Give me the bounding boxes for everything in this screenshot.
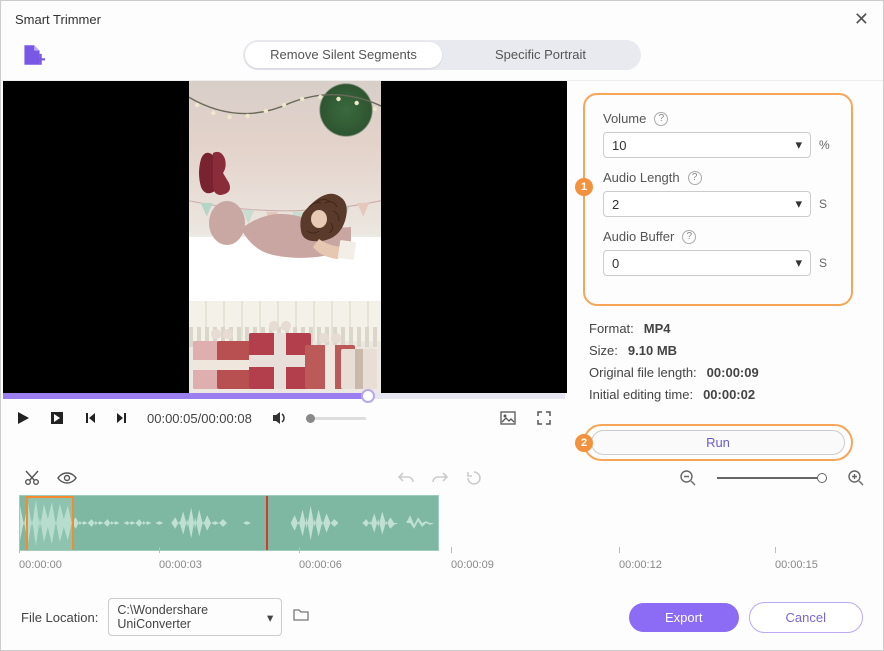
size-value: 9.10 MB [628, 340, 677, 362]
size-label: Size: [589, 340, 618, 362]
audio-length-unit: S [819, 197, 833, 211]
tick-label: 00:00:03 [159, 559, 202, 571]
app-logo-icon [19, 42, 45, 68]
tick-label: 00:00:15 [775, 559, 818, 571]
chevron-down-icon: ▾ [795, 137, 802, 153]
volume-icon[interactable] [270, 409, 288, 427]
chevron-down-icon: ▾ [795, 255, 802, 271]
chevron-down-icon: ▾ [795, 196, 802, 212]
orig-len-value: 00:00:09 [707, 362, 759, 384]
tick-label: 00:00:00 [19, 559, 62, 571]
edit-time-value: 00:00:02 [703, 384, 755, 406]
format-label: Format: [589, 318, 634, 340]
volume-dropdown[interactable]: 10▾ [603, 132, 811, 158]
edit-time-label: Initial editing time: [589, 384, 693, 406]
fullscreen-icon[interactable] [535, 409, 553, 427]
step-badge-1: 1 [575, 178, 593, 196]
timeline[interactable]: 00:00:00 00:00:03 00:00:06 00:00:09 00:0… [1, 495, 883, 579]
cut-icon[interactable] [23, 469, 41, 487]
play-button[interactable] [15, 410, 31, 426]
snapshot-icon[interactable] [499, 409, 517, 427]
cancel-button[interactable]: Cancel [749, 602, 863, 633]
volume-slider[interactable] [306, 417, 366, 420]
tick-label: 00:00:06 [299, 559, 342, 571]
time-display: 00:00:05/00:00:08 [147, 411, 252, 426]
video-panel: 00:00:05/00:00:08 [1, 81, 567, 461]
audio-length-dropdown[interactable]: 2▾ [603, 191, 811, 217]
help-icon[interactable]: ? [688, 171, 702, 185]
settings-panel: 1 Volume? 10▾ % Audio Length? 2▾ S Audio… [567, 81, 883, 461]
volume-label: Volume [603, 111, 646, 126]
reset-icon[interactable] [465, 469, 483, 487]
audio-buffer-label: Audio Buffer [603, 229, 674, 244]
open-folder-icon[interactable] [292, 607, 310, 628]
help-icon[interactable]: ? [682, 230, 696, 244]
next-button[interactable] [115, 411, 129, 425]
file-location-label: File Location: [21, 610, 98, 625]
volume-unit: % [819, 138, 833, 152]
window-title: Smart Trimmer [15, 12, 101, 27]
timeline-selection[interactable] [26, 496, 74, 551]
file-location-dropdown[interactable]: C:\Wondershare UniConverter▾ [108, 598, 282, 636]
undo-icon[interactable] [397, 469, 415, 487]
audio-buffer-unit: S [819, 256, 833, 270]
zoom-in-icon[interactable] [847, 469, 865, 487]
step-badge-2: 2 [575, 434, 593, 452]
run-button[interactable]: Run [591, 430, 845, 455]
tab-remove-silent[interactable]: Remove Silent Segments [245, 42, 442, 68]
orig-len-label: Original file length: [589, 362, 697, 384]
tick-label: 00:00:09 [451, 559, 494, 571]
zoom-out-icon[interactable] [679, 469, 697, 487]
help-icon[interactable]: ? [654, 112, 668, 126]
preview-icon[interactable] [57, 471, 77, 485]
video-preview[interactable] [3, 81, 567, 393]
waveform[interactable] [19, 495, 439, 551]
tab-specific-portrait[interactable]: Specific Portrait [442, 42, 639, 68]
video-frame [189, 81, 381, 393]
audio-length-label: Audio Length [603, 170, 680, 185]
chevron-down-icon: ▾ [267, 610, 273, 625]
tick-label: 00:00:12 [619, 559, 662, 571]
audio-buffer-dropdown[interactable]: 0▾ [603, 250, 811, 276]
prev-button[interactable] [83, 411, 97, 425]
mode-tabs: Remove Silent Segments Specific Portrait [243, 40, 641, 70]
zoom-slider[interactable] [717, 477, 827, 479]
step-forward-button[interactable] [49, 410, 65, 426]
timeline-ruler: 00:00:00 00:00:03 00:00:06 00:00:09 00:0… [19, 551, 865, 579]
format-value: MP4 [644, 318, 671, 340]
progress-bar[interactable] [3, 393, 565, 399]
redo-icon[interactable] [431, 469, 449, 487]
export-button[interactable]: Export [629, 603, 739, 632]
close-button[interactable]: ✕ [854, 9, 869, 30]
playhead[interactable] [266, 495, 268, 551]
